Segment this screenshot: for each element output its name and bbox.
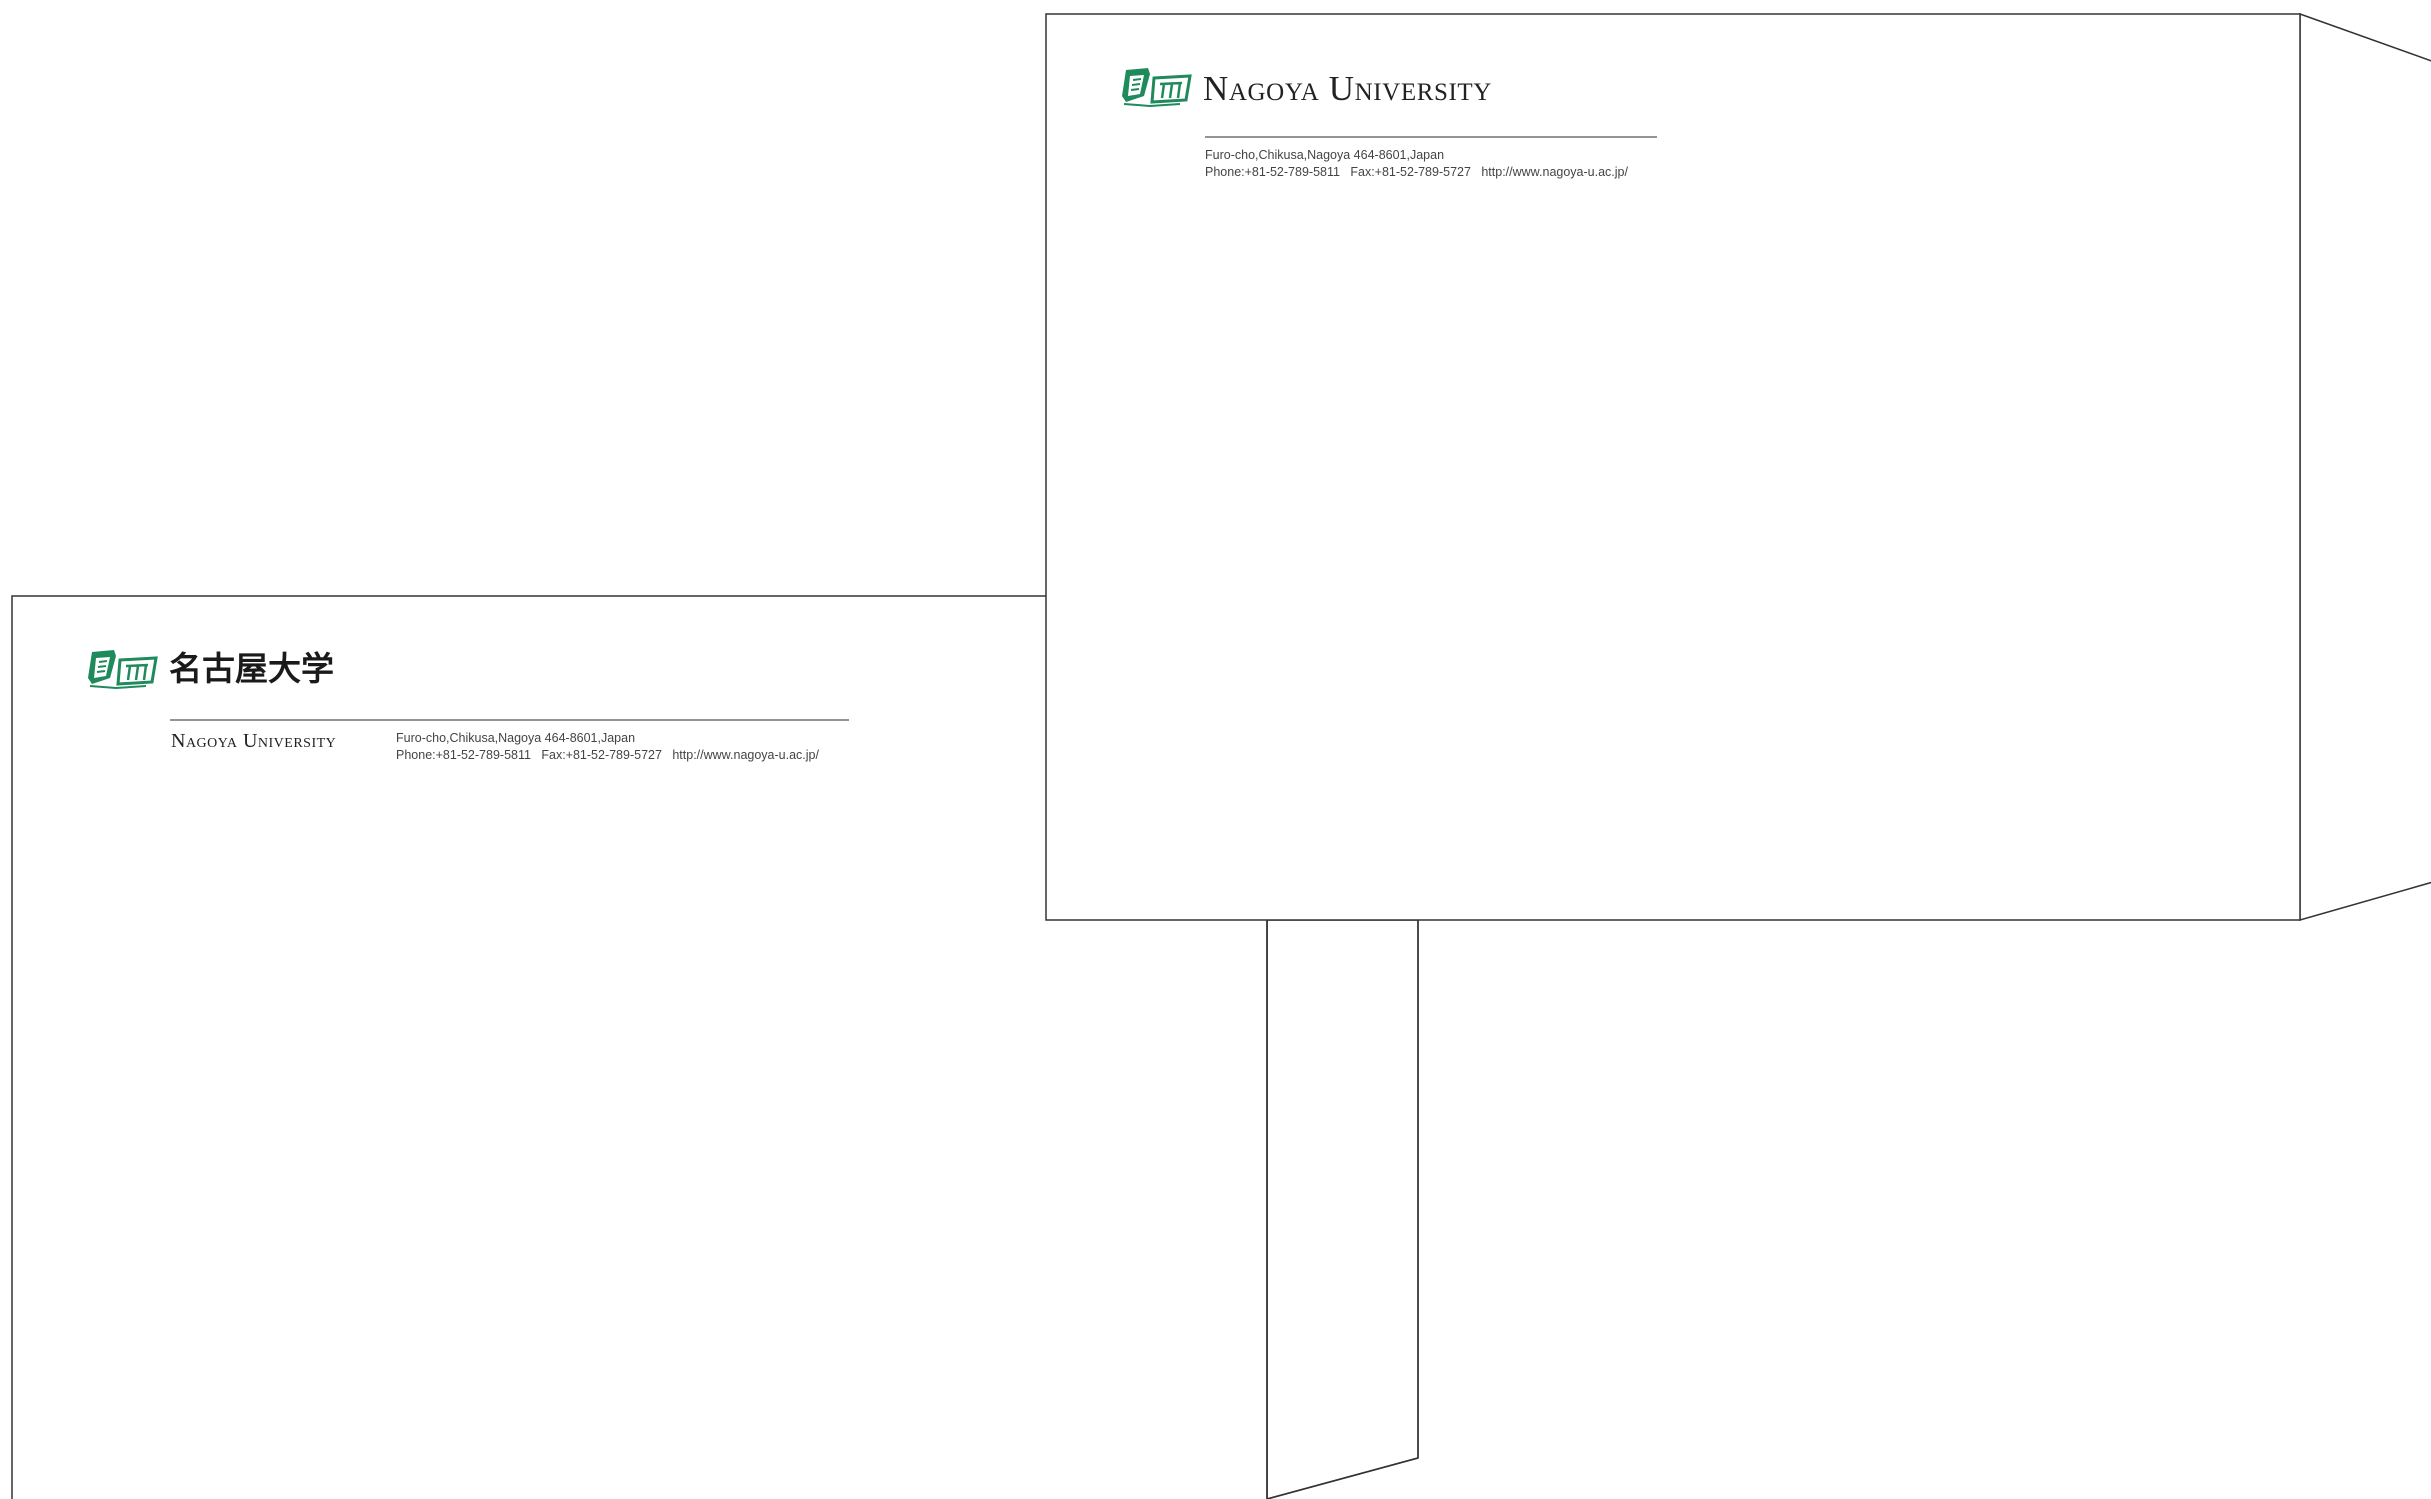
envelope-back-flap (2299, 12, 2431, 921)
university-name-english-back: Nagoya University (1203, 69, 1492, 108)
back-address-line: Furo-cho,Chikusa,Nagoya 464-8601,Japan (1205, 148, 1445, 162)
back-contact-line: Phone:+81-52-789-5811 Fax:+81-52-789-572… (1205, 165, 1628, 179)
front-contact-line: Phone:+81-52-789-5811 Fax:+81-52-789-572… (396, 748, 819, 762)
university-name-english-front: Nagoya University (171, 730, 337, 752)
university-name-japanese: 名古屋大学 (169, 649, 334, 688)
front-address-line: Furo-cho,Chikusa,Nagoya 464-8601,Japan (396, 731, 636, 745)
envelope-drawing (11, 12, 2431, 1499)
envelope-front-flap (1266, 919, 1419, 1499)
